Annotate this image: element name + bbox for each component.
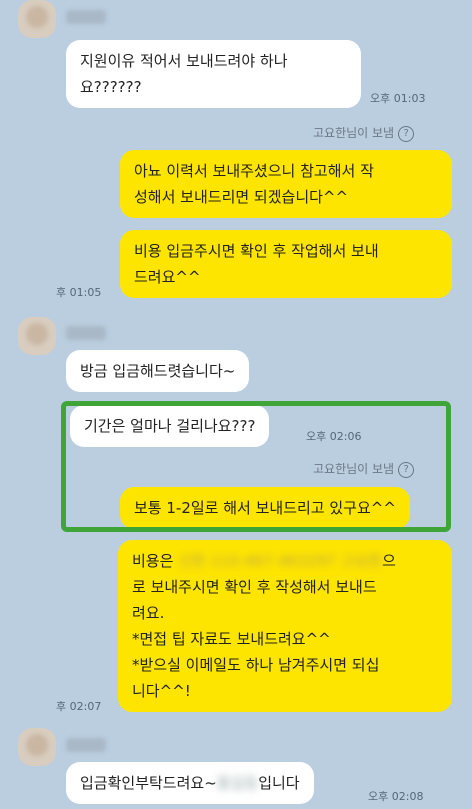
sender-name-blurred: [66, 326, 106, 340]
sender-avatar[interactable]: [18, 0, 56, 38]
message-text: 입금확인부탁드려요~: [80, 774, 217, 792]
message-text: 입니다: [258, 774, 300, 792]
timestamp: 오후 02:08: [368, 790, 424, 803]
timestamp: 후 01:05: [56, 286, 102, 299]
sender-name-blurred: [66, 738, 106, 752]
sent-by-label: 고요한님이 보냄?: [313, 124, 415, 142]
chat-bubble-sent[interactable]: 아뇨 이력서 보내주셨으니 참고해서 작 성해서 보내드리면 되겠습니다^^: [120, 150, 452, 218]
timestamp: 오후 01:03: [370, 92, 426, 105]
masked-name: 홍길동: [216, 774, 259, 792]
sender-avatar[interactable]: [18, 317, 56, 355]
chat-bubble-received[interactable]: 방금 입금해드렷습니다~: [66, 350, 250, 392]
chat-bubble-received[interactable]: 입금확인부탁드려요~홍길동입니다: [66, 762, 314, 804]
chat-bubble-sent[interactable]: 비용 입금주시면 확인 후 작업해서 보내 드려요^^: [120, 230, 452, 298]
message-text: 비용은: [132, 552, 174, 570]
chat-bubble-sent[interactable]: 비용은 신한 110-467-463297 고요한으 로 보내주시면 확인 후 …: [118, 540, 452, 712]
masked-account-info: 신한 110-467-463297 고요한: [178, 552, 383, 570]
timestamp: 후 02:07: [56, 700, 102, 713]
question-circle-icon[interactable]: ?: [398, 125, 415, 142]
highlight-box: [61, 401, 451, 532]
sent-by-text: 고요한님이 보냄: [313, 126, 395, 140]
message-text: 으 로 보내주시면 확인 후 작성해서 보내드 려요. *면접 팁 자료도 보내…: [132, 552, 396, 700]
chat-bubble-received[interactable]: 지원이유 적어서 보내드려야 하나 요??????: [66, 40, 361, 108]
sender-avatar[interactable]: [18, 728, 56, 766]
sender-name-blurred: [66, 10, 106, 24]
